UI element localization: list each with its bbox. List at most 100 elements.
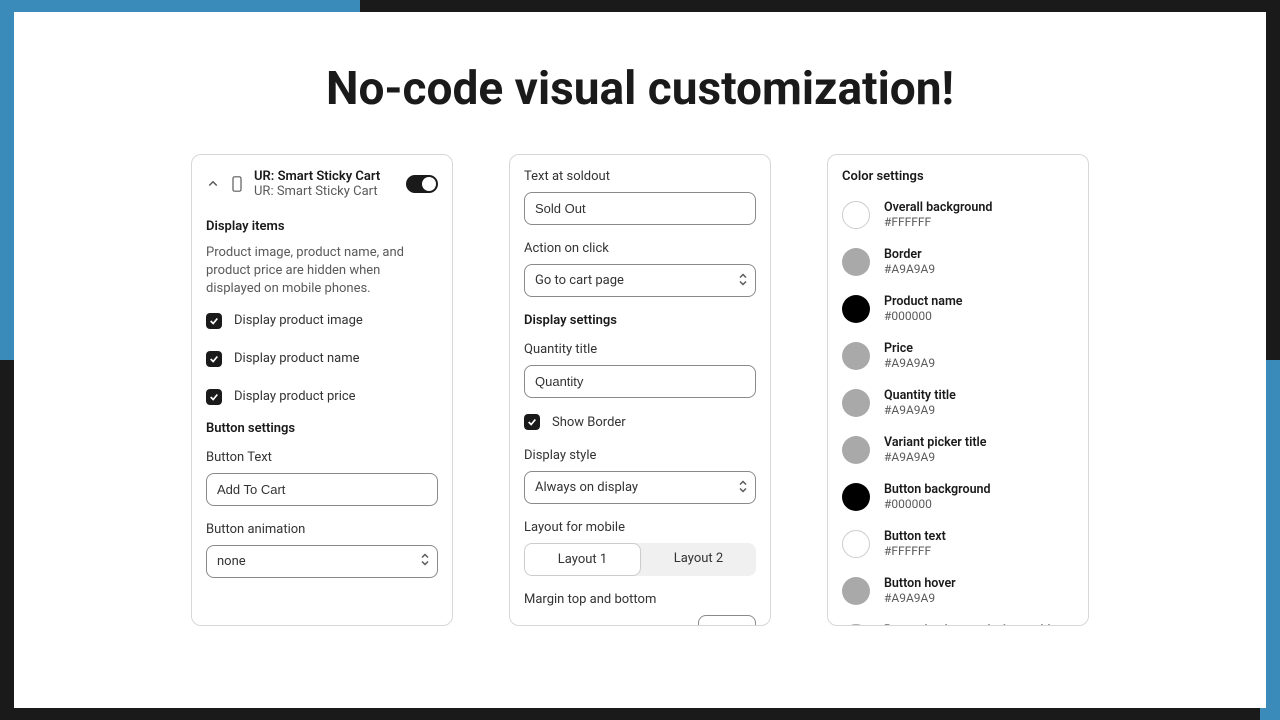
check-show-border[interactable]: Show Border: [524, 414, 756, 430]
color-meta: Price#A9A9A9: [884, 341, 935, 370]
panel-display-settings: Text at soldout Action on click Go to ca…: [509, 154, 771, 626]
display-items-help: Product image, product name, and product…: [206, 244, 438, 299]
color-swatch: [842, 577, 870, 605]
color-row[interactable]: Button background when sold out#A9A9A9: [842, 623, 1074, 626]
check-display-name[interactable]: Display product name: [206, 351, 438, 367]
color-row[interactable]: Button hover#A9A9A9: [842, 576, 1074, 605]
color-name: Button text: [884, 529, 946, 544]
phone-icon: [230, 174, 244, 194]
qty-title-input[interactable]: [524, 365, 756, 398]
color-name: Product name: [884, 294, 963, 309]
checkbox-icon: [524, 414, 540, 430]
color-hex: #FFFFFF: [884, 215, 992, 229]
display-items-heading: Display items: [206, 219, 438, 234]
margin-field: Margin top and bottom: [524, 592, 756, 626]
chevron-up-icon[interactable]: [206, 177, 220, 191]
action-field: Action on click Go to cart page: [524, 241, 756, 297]
color-meta: Button hover#A9A9A9: [884, 576, 956, 605]
margin-label: Margin top and bottom: [524, 592, 756, 607]
color-swatch: [842, 201, 870, 229]
color-row[interactable]: Product name#000000: [842, 294, 1074, 323]
color-hex: #000000: [884, 309, 963, 323]
button-text-input[interactable]: [206, 473, 438, 506]
layout-segmented: Layout 1 Layout 2: [524, 543, 756, 576]
color-row[interactable]: Price#A9A9A9: [842, 341, 1074, 370]
color-hex: #000000: [884, 497, 991, 511]
display-style-label: Display style: [524, 448, 756, 463]
button-text-label: Button Text: [206, 450, 438, 465]
display-settings-heading: Display settings: [524, 313, 756, 328]
check-display-image[interactable]: Display product image: [206, 313, 438, 329]
color-name: Button background when sold out: [884, 623, 1072, 626]
color-swatch: [842, 248, 870, 276]
color-meta: Quantity title#A9A9A9: [884, 388, 956, 417]
color-hex: #FFFFFF: [884, 544, 946, 558]
color-hex: #A9A9A9: [884, 356, 935, 370]
checkbox-icon: [206, 313, 222, 329]
layout-mobile-field: Layout for mobile Layout 1 Layout 2: [524, 520, 756, 576]
color-row[interactable]: Border#A9A9A9: [842, 247, 1074, 276]
panel-display-items: UR: Smart Sticky Cart UR: Smart Sticky C…: [191, 154, 453, 626]
color-meta: Product name#000000: [884, 294, 963, 323]
color-name: Quantity title: [884, 388, 956, 403]
color-name: Border: [884, 247, 935, 262]
check-label: Display product image: [234, 313, 363, 328]
button-anim-field: Button animation none: [206, 522, 438, 578]
color-row[interactable]: Overall background#FFFFFF: [842, 200, 1074, 229]
qty-title-field: Quantity title: [524, 342, 756, 398]
color-name: Price: [884, 341, 935, 356]
color-hex: #A9A9A9: [884, 450, 987, 464]
soldout-input[interactable]: [524, 192, 756, 225]
block-titles: UR: Smart Sticky Cart UR: Smart Sticky C…: [254, 169, 396, 199]
color-name: Variant picker title: [884, 435, 987, 450]
color-row[interactable]: Button text#FFFFFF: [842, 529, 1074, 558]
block-header: UR: Smart Sticky Cart UR: Smart Sticky C…: [206, 169, 438, 199]
color-swatch: [842, 389, 870, 417]
check-display-price[interactable]: Display product price: [206, 389, 438, 405]
layout2-button[interactable]: Layout 2: [641, 543, 756, 576]
color-list: Overall background#FFFFFFBorder#A9A9A9Pr…: [842, 200, 1074, 626]
soldout-label: Text at soldout: [524, 169, 756, 184]
soldout-field: Text at soldout: [524, 169, 756, 225]
button-anim-label: Button animation: [206, 522, 438, 537]
display-style-select[interactable]: Always on display: [524, 471, 756, 504]
page-title: No-code visual customization!: [14, 62, 1266, 116]
color-row[interactable]: Button background#000000: [842, 482, 1074, 511]
color-row[interactable]: Variant picker title#A9A9A9: [842, 435, 1074, 464]
block-name: UR: Smart Sticky Cart: [254, 169, 396, 184]
color-meta: Button text#FFFFFF: [884, 529, 946, 558]
cards-row: UR: Smart Sticky Cart UR: Smart Sticky C…: [14, 154, 1266, 626]
check-label: Show Border: [552, 415, 626, 430]
color-swatch: [842, 530, 870, 558]
color-meta: Variant picker title#A9A9A9: [884, 435, 987, 464]
check-label: Display product name: [234, 351, 360, 366]
color-settings-heading: Color settings: [842, 169, 1074, 184]
display-style-field: Display style Always on display: [524, 448, 756, 504]
margin-input[interactable]: [698, 615, 756, 626]
color-row[interactable]: Quantity title#A9A9A9: [842, 388, 1074, 417]
layout1-button[interactable]: Layout 1: [524, 543, 641, 576]
button-anim-select[interactable]: none: [206, 545, 438, 578]
color-hex: #A9A9A9: [884, 262, 935, 276]
action-label: Action on click: [524, 241, 756, 256]
color-meta: Border#A9A9A9: [884, 247, 935, 276]
color-swatch: [842, 624, 870, 627]
main-panel: No-code visual customization! UR: Smart …: [14, 12, 1266, 708]
color-hex: #A9A9A9: [884, 591, 956, 605]
color-swatch: [842, 342, 870, 370]
qty-title-label: Quantity title: [524, 342, 756, 357]
color-swatch: [842, 436, 870, 464]
panel-color-settings: Color settings Overall background#FFFFFF…: [827, 154, 1089, 626]
checkbox-icon: [206, 389, 222, 405]
color-hex: #A9A9A9: [884, 403, 956, 417]
color-swatch: [842, 483, 870, 511]
block-toggle[interactable]: [406, 175, 438, 193]
color-meta: Overall background#FFFFFF: [884, 200, 992, 229]
button-settings-heading: Button settings: [206, 421, 438, 436]
action-select[interactable]: Go to cart page: [524, 264, 756, 297]
button-text-field: Button Text: [206, 450, 438, 506]
layout-mobile-label: Layout for mobile: [524, 520, 756, 535]
color-meta: Button background#000000: [884, 482, 991, 511]
color-name: Overall background: [884, 200, 992, 215]
checkbox-icon: [206, 351, 222, 367]
